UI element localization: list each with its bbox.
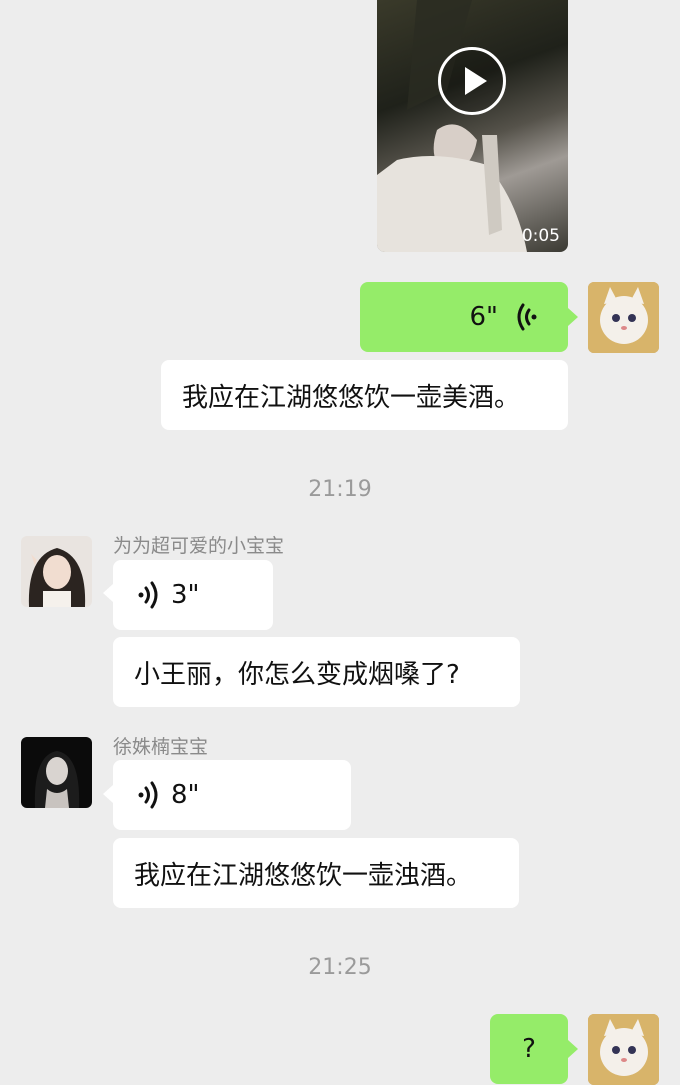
voice-duration: 8": [171, 780, 200, 810]
bubble-tail: [103, 785, 113, 803]
timestamp: 21:25: [308, 955, 372, 980]
avatar-sender1[interactable]: [21, 536, 92, 607]
message-text: ?: [522, 1034, 536, 1064]
video-duration: 0:05: [521, 226, 560, 246]
bubble-tail: [103, 584, 113, 602]
avatar-self[interactable]: [588, 282, 659, 353]
text-message[interactable]: 小王丽，你怎么变成烟嗓了?: [113, 637, 520, 707]
voice-message-received[interactable]: 3": [113, 560, 273, 630]
video-thumbnail: [377, 0, 527, 252]
message-text: 我应在江湖悠悠饮一壶美酒。: [182, 382, 521, 413]
voice-wave-icon: [138, 581, 158, 609]
voice-message-received[interactable]: 8": [113, 760, 351, 830]
girl-avatar-image: [21, 536, 92, 607]
woman-avatar-image: [21, 737, 92, 808]
voice-message-sent[interactable]: 6": [360, 282, 568, 352]
bubble-tail: [568, 308, 578, 326]
video-message[interactable]: 0:05: [377, 0, 568, 252]
message-text: 我应在江湖悠悠饮一壶浊酒。: [134, 860, 473, 891]
text-message[interactable]: 我应在江湖悠悠饮一壶浊酒。: [113, 838, 519, 908]
sender-name: 徐姝楠宝宝: [113, 736, 209, 758]
message-text: 小王丽，你怎么变成烟嗓了?: [134, 659, 460, 690]
cat-avatar-image: [588, 282, 659, 353]
avatar-self[interactable]: [588, 1014, 659, 1085]
voice-wave-icon: [138, 781, 158, 809]
avatar-sender2[interactable]: [21, 737, 92, 808]
sender-name: 为为超可爱的小宝宝: [113, 535, 285, 557]
cat-avatar-image: [588, 1014, 659, 1085]
play-icon[interactable]: [438, 47, 506, 115]
text-message-sent[interactable]: ?: [490, 1014, 568, 1084]
voice-wave-icon: [517, 303, 537, 331]
voice-duration: 6": [469, 302, 498, 332]
voice-duration: 3": [171, 580, 200, 610]
text-message[interactable]: 我应在江湖悠悠饮一壶美酒。: [161, 360, 568, 430]
timestamp: 21:19: [308, 477, 372, 502]
bubble-tail: [568, 1040, 578, 1058]
